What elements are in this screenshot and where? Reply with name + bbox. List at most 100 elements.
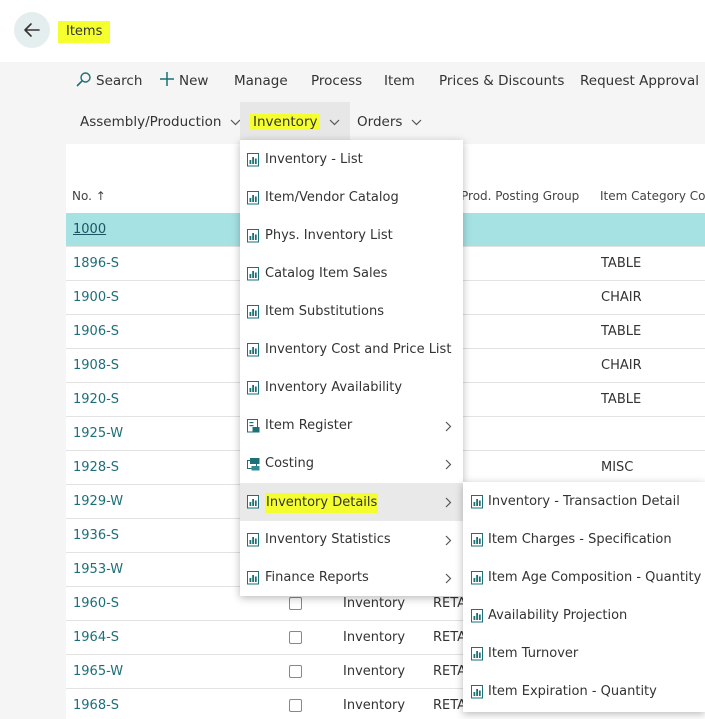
report-icon	[471, 685, 483, 699]
chevron-right-icon	[445, 573, 452, 584]
report-icon	[247, 305, 259, 319]
item-number-link[interactable]: 1928-S	[73, 451, 119, 485]
report-icon	[471, 571, 483, 585]
submenu-item[interactable]: Availability Projection	[463, 597, 705, 635]
manage-menu-button[interactable]: Manage	[234, 63, 288, 99]
costing-icon	[247, 458, 260, 471]
item-number-link[interactable]: 1929-W	[73, 485, 123, 519]
search-button-label: Search	[96, 73, 143, 89]
report-icon	[247, 343, 259, 357]
submenu-item-label: Item Charges - Specification	[488, 532, 672, 547]
item-number-link[interactable]: 1960-S	[73, 587, 119, 621]
inventory-menu-label: Inventory	[250, 114, 321, 130]
menu-item-label: Inventory Statistics	[265, 532, 391, 547]
assembly-production-label: Assembly/Production	[80, 114, 222, 130]
item-number-link[interactable]: 1906-S	[73, 315, 119, 349]
item-number-link[interactable]: 1000	[73, 213, 106, 247]
item-number-link[interactable]: 1964-S	[73, 621, 119, 655]
menu-item[interactable]: Item Register	[240, 407, 463, 445]
chevron-right-icon	[445, 497, 452, 508]
item-type-cell: Inventory	[343, 630, 406, 645]
new-button-label: New	[179, 73, 209, 89]
report-icon	[247, 229, 259, 243]
menu-item-label: Inventory - List	[265, 152, 363, 167]
page-header: Items	[0, 0, 705, 62]
menu-item-label: Phys. Inventory List	[265, 228, 393, 243]
item-menu-button[interactable]: Item	[384, 63, 415, 99]
menu-item[interactable]: Phys. Inventory List	[240, 217, 463, 255]
item-number-link[interactable]: 1925-W	[73, 417, 123, 451]
chevron-down-icon	[411, 119, 422, 125]
row-checkbox[interactable]	[289, 665, 302, 678]
submenu-item[interactable]: Item Charges - Specification	[463, 521, 705, 559]
menu-item[interactable]: Inventory Statistics	[240, 521, 463, 559]
request-approval-menu-button[interactable]: Request Approval	[580, 63, 699, 99]
menu-item[interactable]: Inventory Details	[240, 483, 463, 521]
search-button[interactable]: Search	[76, 63, 142, 99]
menu-item[interactable]: Finance Reports	[240, 559, 463, 597]
submenu-item-label: Item Turnover	[488, 646, 579, 661]
row-checkbox[interactable]	[289, 699, 302, 712]
orders-menu-button[interactable]: Orders	[357, 104, 422, 140]
menu-item[interactable]: Item/Vendor Catalog	[240, 179, 463, 217]
item-category-cell: TABLE	[601, 392, 642, 407]
search-icon	[76, 72, 91, 87]
action-bar: Search New Manage Process Item Prices & …	[66, 62, 705, 144]
item-number-link[interactable]: 1953-W	[73, 553, 123, 587]
menu-item[interactable]: Inventory Availability	[240, 369, 463, 407]
orders-menu-label: Orders	[357, 114, 403, 130]
menu-item[interactable]: Inventory - List	[240, 141, 463, 179]
submenu-item-label: Item Expiration - Quantity	[488, 684, 657, 699]
report-icon	[247, 191, 259, 205]
process-menu-button[interactable]: Process	[311, 63, 362, 99]
prod-posting-group-cell: RETA	[433, 664, 467, 679]
submenu-item[interactable]: Inventory - Transaction Detail	[463, 483, 705, 521]
menu-item-label: Costing	[265, 456, 315, 471]
chevron-right-icon	[445, 535, 452, 546]
item-number-link[interactable]: 1920-S	[73, 383, 119, 417]
report-icon	[471, 495, 483, 509]
menu-item-label: Item Substitutions	[265, 304, 384, 319]
item-number-link[interactable]: 1968-S	[73, 689, 119, 719]
menu-item[interactable]: Catalog Item Sales	[240, 255, 463, 293]
column-header-no[interactable]: No. ↑	[72, 189, 106, 203]
menu-item[interactable]: Costing	[240, 445, 463, 483]
submenu-item-label: Inventory - Transaction Detail	[488, 494, 680, 509]
arrow-left-icon	[24, 23, 40, 37]
report-icon	[247, 571, 259, 585]
register-icon	[247, 419, 260, 433]
item-number-link[interactable]: 1936-S	[73, 519, 119, 553]
item-number-link[interactable]: 1965-W	[73, 655, 123, 689]
submenu-item[interactable]: Item Age Composition - Quantity	[463, 559, 705, 597]
column-header-item-category-code[interactable]: Item Category Code	[600, 189, 705, 203]
plus-icon	[160, 72, 174, 86]
submenu-item[interactable]: Item Turnover	[463, 635, 705, 673]
column-header-prod-posting-group[interactable]: Prod. Posting Group	[461, 189, 579, 203]
menu-item[interactable]: Inventory Cost and Price List	[240, 331, 463, 369]
item-category-cell: MISC	[601, 460, 634, 475]
item-category-cell: TABLE	[601, 256, 642, 271]
report-icon	[247, 381, 259, 395]
item-category-cell: CHAIR	[601, 358, 642, 373]
menu-item[interactable]: Item Substitutions	[240, 293, 463, 331]
chevron-down-icon	[329, 119, 340, 125]
menu-item-label: Item/Vendor Catalog	[265, 190, 399, 205]
new-button[interactable]: New	[159, 63, 208, 99]
menu-item-label: Catalog Item Sales	[265, 266, 388, 281]
menu-item-label: Inventory Details	[265, 493, 379, 513]
menu-item-label: Item Register	[265, 418, 353, 433]
back-button[interactable]	[14, 12, 50, 48]
row-checkbox[interactable]	[289, 631, 302, 644]
report-icon	[247, 495, 259, 509]
item-number-link[interactable]: 1908-S	[73, 349, 119, 383]
inventory-menu-button[interactable]: Inventory	[240, 102, 350, 142]
menu-item-label: Inventory Availability	[265, 380, 403, 395]
submenu-item[interactable]: Item Expiration - Quantity	[463, 673, 705, 711]
item-number-link[interactable]: 1900-S	[73, 281, 119, 315]
item-number-link[interactable]: 1896-S	[73, 247, 119, 281]
prices-discounts-menu-button[interactable]: Prices & Discounts	[439, 63, 564, 99]
assembly-production-menu-button[interactable]: Assembly/Production	[80, 104, 241, 140]
menu-item-label: Inventory Cost and Price List	[265, 342, 452, 357]
row-checkbox[interactable]	[289, 597, 302, 610]
report-icon	[247, 153, 259, 167]
